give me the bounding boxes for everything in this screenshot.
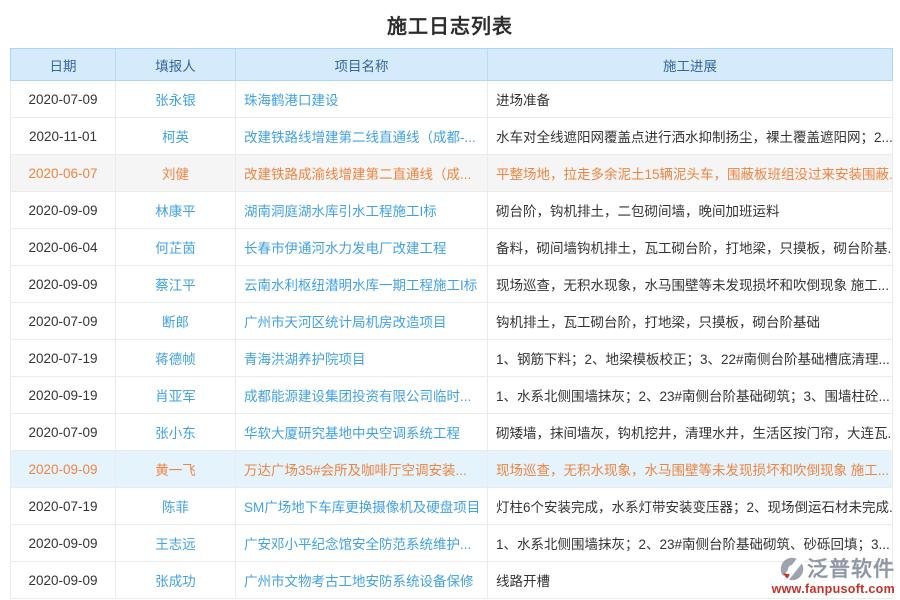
project-link[interactable]: 长春市伊通河水力发电厂改建工程 [236, 229, 488, 265]
vendor-url: www.fanpusoft.com [763, 582, 895, 597]
progress-cell: 1、钢筋下料；2、地梁模板校正；3、22#南侧台阶基础槽底清理... [488, 340, 892, 376]
table-row: 2020-09-09林康平湖南洞庭湖水库引水工程施工I标砌台阶，钩机排土，二包砌… [10, 192, 893, 229]
reporter-link[interactable]: 断郎 [116, 303, 236, 339]
date-cell: 2020-07-09 [11, 414, 116, 450]
date-cell: 2020-07-09 [11, 81, 116, 117]
date-cell: 2020-06-04 [11, 229, 116, 265]
project-link[interactable]: SM广场地下车库更换摄像机及硬盘项目 [236, 488, 488, 524]
date-cell: 2020-07-19 [11, 488, 116, 524]
progress-cell: 现场巡查，无积水现象，水马围壁等未发现损坏和吹倒现象 施工... [488, 266, 892, 302]
reporter-link[interactable]: 蔡江平 [116, 266, 236, 302]
vendor-watermark: 泛普软件 www.fanpusoft.com [763, 556, 895, 597]
vendor-name: 泛普软件 [807, 559, 895, 580]
reporter-link[interactable]: 林康平 [116, 192, 236, 228]
reporter-link[interactable]: 张成功 [116, 562, 236, 598]
project-link[interactable]: 成都能源建设集团投资有限公司临时... [236, 377, 488, 413]
progress-cell: 砌矮墙，抹间墙灰，钩机挖井，清理水井，生活区按门帘，大连瓦... [488, 414, 892, 450]
project-link[interactable]: 广州市文物考古工地安防系统设备保修 [236, 562, 488, 598]
reporter-link[interactable]: 蒋德帧 [116, 340, 236, 376]
date-cell: 2020-07-19 [11, 340, 116, 376]
project-link[interactable]: 湖南洞庭湖水库引水工程施工I标 [236, 192, 488, 228]
project-link[interactable]: 改建铁路成渝线增建第二直通线（成... [236, 155, 488, 191]
header-reporter: 填报人 [116, 49, 236, 80]
project-link[interactable]: 改建铁路线增建第二线直通线（成都-... [236, 118, 488, 154]
table-row: 2020-07-19陈菲SM广场地下车库更换摄像机及硬盘项目灯柱6个安装完成，水… [10, 488, 893, 525]
progress-cell: 1、水系北侧围墙抹灰；2、23#南侧台阶基础砌筑；3、围墙柱砼... [488, 377, 892, 413]
date-cell: 2020-07-09 [11, 303, 116, 339]
progress-cell: 备料，砌间墙钩机排土，瓦工砌台阶，打地梁，只摸板，砌台阶基... [488, 229, 892, 265]
project-link[interactable]: 华软大厦研究基地中央空调系统工程 [236, 414, 488, 450]
reporter-link[interactable]: 肖亚军 [116, 377, 236, 413]
project-link[interactable]: 青海洪湖养护院项目 [236, 340, 488, 376]
project-link[interactable]: 广州市天河区统计局机房改造项目 [236, 303, 488, 339]
progress-cell: 钩机排土，瓦工砌台阶，打地梁，只摸板，砌台阶基础 [488, 303, 892, 339]
reporter-link[interactable]: 陈菲 [116, 488, 236, 524]
progress-cell: 进场准备 [488, 81, 892, 117]
reporter-link[interactable]: 黄一飞 [116, 451, 236, 487]
progress-cell: 平整场地，拉走多余泥土15辆泥头车，围蔽板班组没过来安装围蔽... [488, 155, 892, 191]
reporter-link[interactable]: 何芷茵 [116, 229, 236, 265]
reporter-link[interactable]: 张永银 [116, 81, 236, 117]
project-link[interactable]: 广安邓小平纪念馆安全防范系统维护... [236, 525, 488, 561]
table-row: 2020-09-09蔡江平云南水利枢纽潜明水库一期工程施工I标现场巡查，无积水现… [10, 266, 893, 303]
table-row: 2020-06-07刘健改建铁路成渝线增建第二直通线（成...平整场地，拉走多余… [10, 155, 893, 192]
table-row: 2020-09-09黄一飞万达广场35#会所及咖啡厅空调安装...现场巡查，无积… [10, 451, 893, 488]
table-row: 2020-09-09张成功广州市文物考古工地安防系统设备保修线路开槽 [10, 562, 893, 599]
project-link[interactable]: 珠海鹤港口建设 [236, 81, 488, 117]
project-link[interactable]: 万达广场35#会所及咖啡厅空调安装... [236, 451, 488, 487]
table-row: 2020-09-09王志远广安邓小平纪念馆安全防范系统维护...1、水系北侧围墙… [10, 525, 893, 562]
date-cell: 2020-09-19 [11, 377, 116, 413]
date-cell: 2020-06-07 [11, 155, 116, 191]
table-body: 2020-07-09张永银珠海鹤港口建设进场准备2020-11-01柯英改建铁路… [10, 81, 893, 599]
progress-cell: 灯柱6个安装完成，水系灯带安装变压器；2、现场倒运石材未完成... [488, 488, 892, 524]
progress-cell: 水车对全线遮阳网覆盖点进行洒水抑制扬尘，裸土覆盖遮阳网；2... [488, 118, 892, 154]
page-title: 施工日志列表 [0, 0, 900, 48]
reporter-link[interactable]: 张小东 [116, 414, 236, 450]
date-cell: 2020-11-01 [11, 118, 116, 154]
project-link[interactable]: 云南水利枢纽潜明水库一期工程施工I标 [236, 266, 488, 302]
date-cell: 2020-09-09 [11, 525, 116, 561]
table-row: 2020-07-09张小东华软大厦研究基地中央空调系统工程砌矮墙，抹间墙灰，钩机… [10, 414, 893, 451]
header-project: 项目名称 [236, 49, 488, 80]
progress-cell: 现场巡查，无积水现象，水马围壁等未发现损坏和吹倒现象 施工... [488, 451, 892, 487]
progress-cell: 砌台阶，钩机排土，二包砌间墙，晚间加班运料 [488, 192, 892, 228]
fanpu-logo-icon [779, 556, 805, 582]
date-cell: 2020-09-09 [11, 562, 116, 598]
reporter-link[interactable]: 王志远 [116, 525, 236, 561]
table-row: 2020-06-04何芷茵长春市伊通河水力发电厂改建工程备料，砌间墙钩机排土，瓦… [10, 229, 893, 266]
table-row: 2020-07-09张永银珠海鹤港口建设进场准备 [10, 81, 893, 118]
construction-log-table: 日期 填报人 项目名称 施工进展 2020-07-09张永银珠海鹤港口建设进场准… [10, 48, 893, 599]
reporter-link[interactable]: 刘健 [116, 155, 236, 191]
table-row: 2020-09-19肖亚军成都能源建设集团投资有限公司临时...1、水系北侧围墙… [10, 377, 893, 414]
table-row: 2020-07-19蒋德帧青海洪湖养护院项目1、钢筋下料；2、地梁模板校正；3、… [10, 340, 893, 377]
header-date: 日期 [11, 49, 116, 80]
reporter-link[interactable]: 柯英 [116, 118, 236, 154]
table-header-row: 日期 填报人 项目名称 施工进展 [10, 48, 893, 81]
construction-log-page: 施工日志列表 日期 填报人 项目名称 施工进展 2020-07-09张永银珠海鹤… [0, 0, 900, 600]
date-cell: 2020-09-09 [11, 266, 116, 302]
header-progress: 施工进展 [488, 49, 892, 80]
table-row: 2020-07-09断郎广州市天河区统计局机房改造项目钩机排土，瓦工砌台阶，打地… [10, 303, 893, 340]
date-cell: 2020-09-09 [11, 192, 116, 228]
date-cell: 2020-09-09 [11, 451, 116, 487]
table-row: 2020-11-01柯英改建铁路线增建第二线直通线（成都-...水车对全线遮阳网… [10, 118, 893, 155]
